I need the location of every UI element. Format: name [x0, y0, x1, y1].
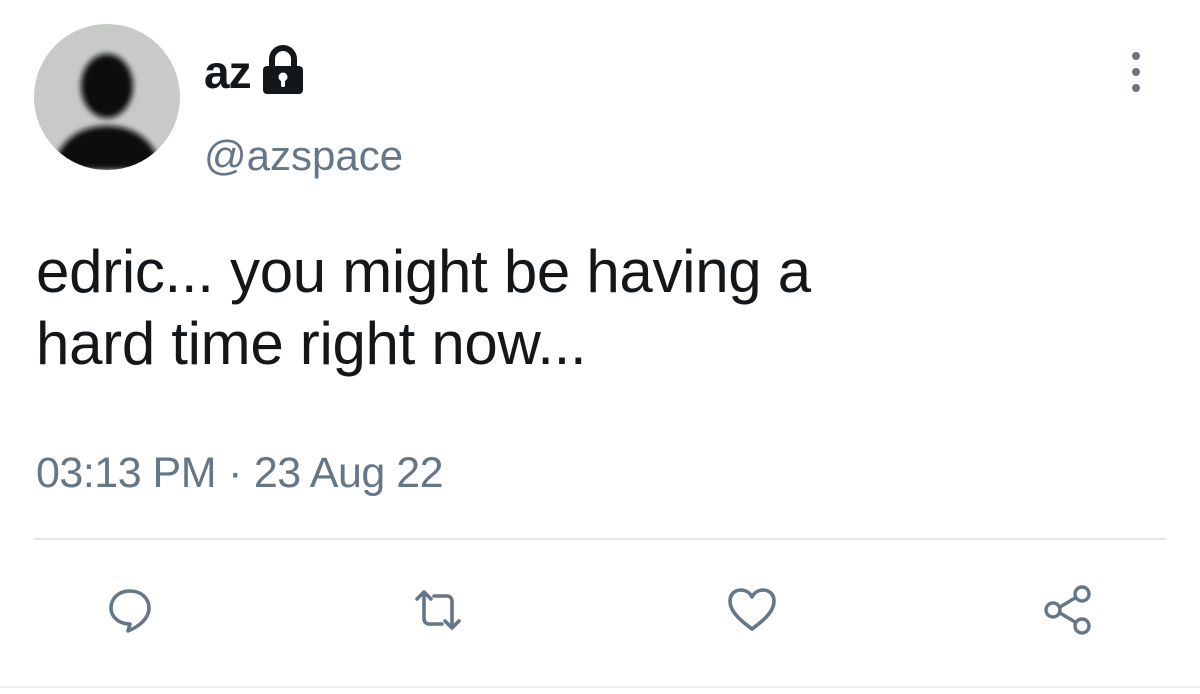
tweet-date: 23 Aug 22 [253, 449, 444, 497]
share-button[interactable] [1040, 582, 1096, 638]
more-options-button[interactable] [1116, 50, 1156, 94]
like-button[interactable] [724, 582, 780, 638]
more-vertical-icon [1132, 52, 1140, 92]
retweet-button[interactable] [410, 582, 466, 638]
tweet-text-line-2: hard time right now... [36, 310, 587, 377]
default-avatar-silhouette-icon [52, 54, 162, 170]
retweet-icon [415, 590, 461, 630]
bottom-divider [0, 686, 1200, 688]
lock-icon [261, 45, 305, 95]
divider [34, 538, 1166, 540]
avatar[interactable] [34, 24, 180, 170]
tweet-text: edric... you might be having a hard time… [36, 236, 1156, 380]
tweet-time: 03:13 PM [36, 449, 217, 497]
tweet-actions-bar [0, 582, 1200, 642]
share-icon [1044, 585, 1091, 635]
heart-icon [728, 588, 776, 631]
display-name-row: az [204, 44, 305, 100]
user-handle[interactable]: @azspace [204, 130, 403, 182]
timestamp-separator: · [228, 449, 242, 497]
reply-icon [109, 589, 151, 633]
tweet-text-line-1: edric... you might be having a [36, 238, 811, 305]
tweet-timestamp[interactable]: 03:13 PM · 23 Aug 22 [36, 446, 444, 500]
display-name[interactable]: az [204, 44, 252, 100]
reply-button[interactable] [102, 582, 158, 638]
